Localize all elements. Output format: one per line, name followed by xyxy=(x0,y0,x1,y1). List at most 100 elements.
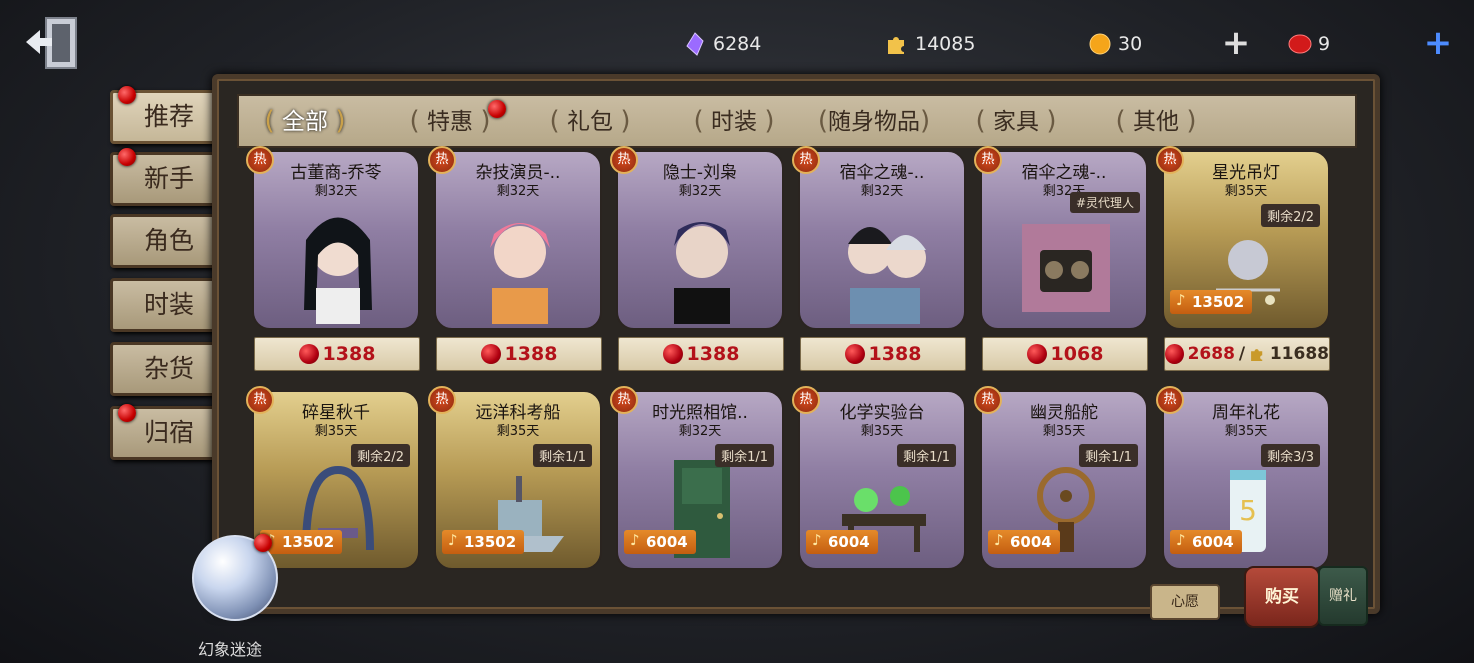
notification-dot xyxy=(118,148,136,166)
purple-crystal-icon xyxy=(686,32,704,56)
svg-text:5: 5 xyxy=(1239,494,1257,527)
item-days-left: 剩32天 xyxy=(860,184,904,199)
item-days-left: 剩32天 xyxy=(678,424,722,439)
item-remaining: 剩余2/2 xyxy=(351,444,410,467)
puzzle-piece-icon xyxy=(888,37,904,54)
hot-badge: 热 xyxy=(246,146,274,174)
category-tabbar: ( 全部 ) ( 特惠 ) ( 礼包 ) ( 时装 ) (随身物品) ( 家具 … xyxy=(237,94,1357,148)
item-days-left: 剩35天 xyxy=(1224,184,1268,199)
tab-label: 全部 xyxy=(282,109,328,135)
side-tab-goods[interactable]: 杂货 xyxy=(110,342,228,396)
item-days-left: 剩35天 xyxy=(314,424,358,439)
red-gem-icon xyxy=(480,344,501,364)
side-tab-label: 时装 xyxy=(143,290,194,319)
shop-item-card[interactable]: 古董商-乔苓 剩32天 xyxy=(252,150,420,330)
item-days-left: 剩35天 xyxy=(496,424,540,439)
item-price[interactable]: 1068 xyxy=(982,337,1148,371)
item-days-left: 剩35天 xyxy=(1224,424,1268,439)
tab-label: 特惠 xyxy=(427,109,473,135)
item-days-left: 剩35天 xyxy=(1042,424,1086,439)
price-value: 1388 xyxy=(504,343,558,365)
tab-label: 时装 xyxy=(711,109,757,135)
shop-item-card[interactable]: 宿伞之魂-.. 剩32天 #灵代理人 xyxy=(980,150,1148,330)
tab-bundle[interactable]: ( 礼包 ) xyxy=(525,96,655,146)
item-price[interactable]: 1388 xyxy=(254,337,420,371)
add-gem-button[interactable]: + xyxy=(1422,26,1454,60)
price-separator: / xyxy=(1238,344,1246,364)
puzzle-piece-icon xyxy=(1251,349,1263,361)
item-price[interactable]: 1388 xyxy=(436,337,602,371)
side-tab-costume[interactable]: 时装 xyxy=(110,278,228,332)
hot-badge: 热 xyxy=(974,386,1002,414)
add-coin-button[interactable]: + xyxy=(1220,26,1252,60)
item-days-left: 剩32天 xyxy=(496,184,540,199)
price-value: 1068 xyxy=(1050,343,1104,365)
notification-dot xyxy=(488,100,506,118)
tab-label: 家具 xyxy=(993,109,1039,135)
item-image xyxy=(848,227,926,324)
tab-furniture[interactable]: ( 家具 ) xyxy=(951,96,1081,146)
red-gem-icon xyxy=(844,344,865,364)
side-tab-label: 角色 xyxy=(143,226,194,255)
gem-counter: 9 xyxy=(1288,26,1330,62)
tab-label: 其他 xyxy=(1133,109,1179,135)
item-image xyxy=(1022,224,1110,312)
item-remaining: 剩余1/1 xyxy=(1079,444,1138,467)
hot-badge: 热 xyxy=(428,386,456,414)
price-value: 1388 xyxy=(686,343,740,365)
shop-item-card[interactable]: 远洋科考船剩35天剩余1/113502 xyxy=(434,390,602,570)
side-tab-label: 新手 xyxy=(143,164,194,193)
side-tab-label: 推荐 xyxy=(143,102,194,131)
exit-door-icon[interactable] xyxy=(22,12,84,74)
item-days-left: 剩35天 xyxy=(860,424,904,439)
item-remaining: 剩余1/1 xyxy=(897,444,956,467)
tab-all[interactable]: ( 全部 ) xyxy=(245,96,365,146)
shop-item-card[interactable]: 化学实验台剩35天剩余1/16004 xyxy=(798,390,966,570)
item-price[interactable]: 1388 xyxy=(800,337,966,371)
item-ticket-price: 6004 xyxy=(988,530,1060,554)
red-gem-icon xyxy=(1288,34,1312,54)
red-gem-icon xyxy=(662,344,683,364)
price-alt-value: 11688 xyxy=(1269,344,1329,364)
item-image xyxy=(674,222,730,324)
crystal-counter: 6284 xyxy=(683,26,761,62)
price-value: 2688 xyxy=(1187,344,1235,364)
shop-item-card[interactable]: 5周年礼花剩35天剩余3/36004 xyxy=(1162,390,1330,570)
tab-costume[interactable]: ( 时装 ) xyxy=(669,96,799,146)
shop-item-card[interactable]: 宿伞之魂-.. 剩32天 xyxy=(798,150,966,330)
puzzle-counter: 14085 xyxy=(885,26,975,62)
hot-badge: 热 xyxy=(428,146,456,174)
shop-item-card[interactable]: 杂技演员-.. 剩32天 xyxy=(434,150,602,330)
wishlist-button[interactable]: 心愿 xyxy=(1150,584,1220,620)
hot-badge: 热 xyxy=(1156,146,1184,174)
notification-dot xyxy=(254,534,272,552)
item-ticket-price: 13502 xyxy=(260,530,343,554)
item-tag: #灵代理人 xyxy=(1069,192,1140,213)
shop-item-card[interactable]: 幽灵船舵剩35天剩余1/16004 xyxy=(980,390,1148,570)
side-tab-character[interactable]: 角色 xyxy=(110,214,228,268)
item-days-left: 剩32天 xyxy=(314,184,358,199)
item-remaining: 剩余1/1 xyxy=(715,444,774,467)
hot-badge: 热 xyxy=(610,146,638,174)
coin-counter: 30 xyxy=(1088,26,1142,62)
hot-badge: 热 xyxy=(1156,386,1184,414)
hot-badge: 热 xyxy=(246,386,274,414)
tab-accessory[interactable]: (随身物品) xyxy=(809,96,939,146)
red-gem-icon xyxy=(298,344,319,364)
red-gem-icon xyxy=(1026,344,1047,364)
item-ticket-price: 6004 xyxy=(806,530,878,554)
buy-button[interactable]: 购买 xyxy=(1244,566,1320,628)
shop-item-card[interactable]: 时光照相馆..剩32天剩余1/16004 xyxy=(616,390,784,570)
red-gem-icon xyxy=(1165,344,1184,364)
shop-item-card[interactable]: 碎星秋千剩35天剩余2/213502 xyxy=(252,390,420,570)
item-price[interactable]: 2688/ 11688 xyxy=(1164,337,1330,371)
item-remaining: 剩余2/2 xyxy=(1261,204,1320,227)
shop-item-card[interactable]: 隐士-刘枭 剩32天 xyxy=(616,150,784,330)
item-image xyxy=(490,223,550,324)
gift-button[interactable]: 赠礼 xyxy=(1318,566,1368,626)
item-days-left: 剩32天 xyxy=(678,184,722,199)
hot-badge: 热 xyxy=(974,146,1002,174)
tab-other[interactable]: ( 其他 ) xyxy=(1091,96,1221,146)
shop-item-card[interactable]: 星光吊灯剩35天剩余2/213502 xyxy=(1162,150,1330,330)
item-price[interactable]: 1388 xyxy=(618,337,784,371)
